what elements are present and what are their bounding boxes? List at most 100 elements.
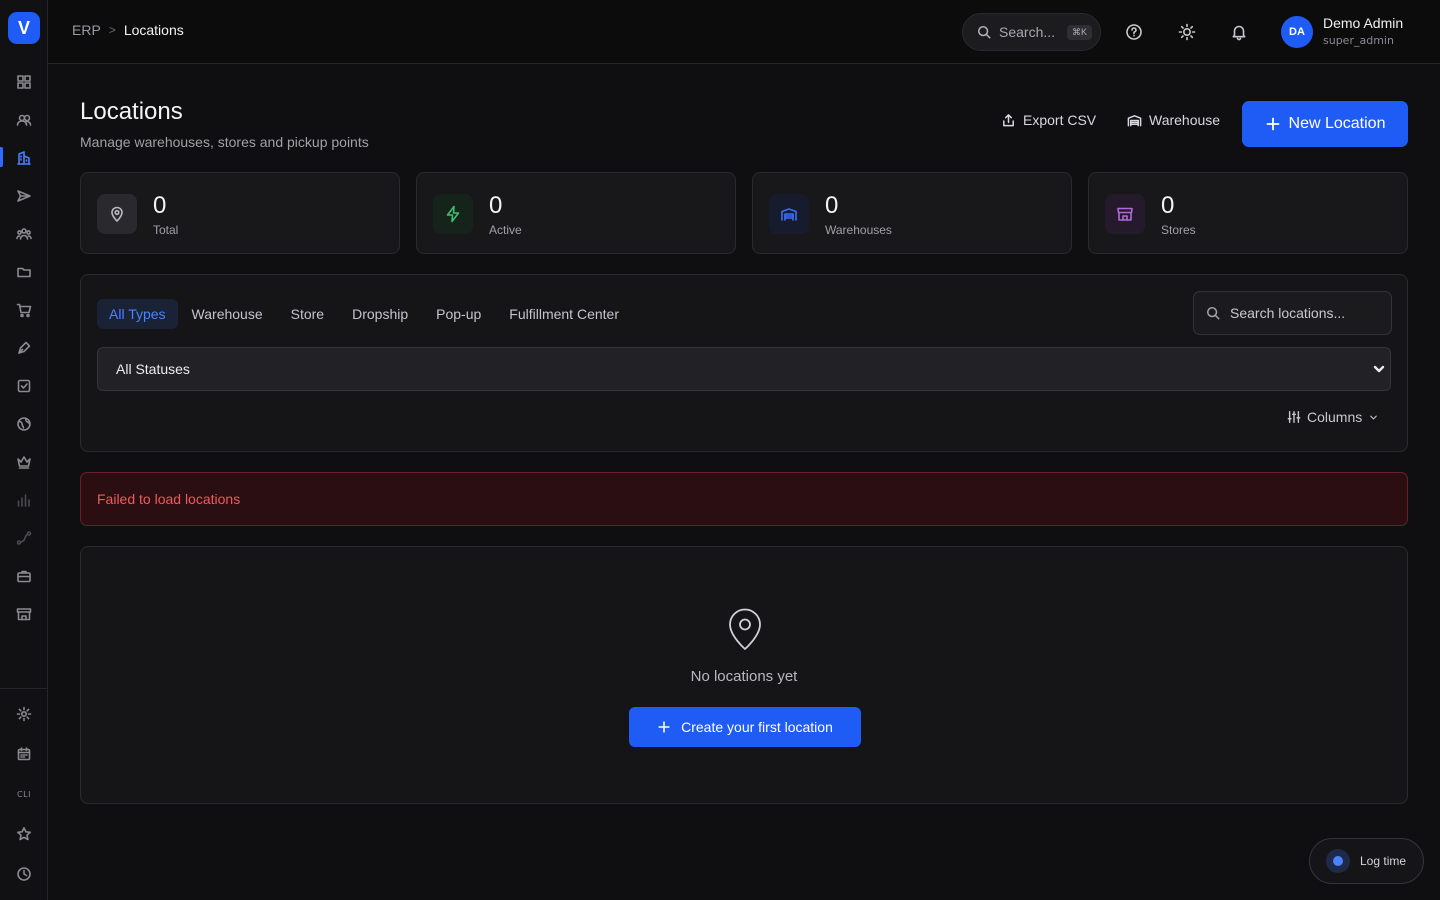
sidebar-item-integrations[interactable] [12, 526, 36, 550]
create-first-location-label: Create your first location [681, 719, 833, 735]
sliders-icon [1287, 411, 1301, 423]
map-pin-icon [97, 194, 137, 234]
theme-toggle-button[interactable] [1175, 20, 1199, 44]
star-icon [17, 827, 31, 841]
export-icon [1003, 113, 1014, 126]
log-time-label: Log time [1360, 854, 1407, 868]
create-first-location-button[interactable]: Create your first location [629, 707, 861, 747]
tab-all-types[interactable]: All Types [97, 299, 178, 329]
sidebar-item-tasks[interactable] [12, 374, 36, 398]
warehouse-icon [769, 194, 809, 234]
pen-icon [18, 341, 31, 354]
sidebar-item-dashboard[interactable] [12, 70, 36, 94]
gear-icon [16, 706, 32, 722]
users-icon [16, 114, 32, 126]
timer-icon [1326, 849, 1350, 873]
briefcase-icon [17, 570, 31, 583]
sidebar-item-calendar[interactable] [12, 742, 36, 766]
sidebar-item-stores[interactable] [12, 602, 36, 626]
log-time-button[interactable]: Log time [1309, 838, 1424, 884]
clock-icon [17, 867, 31, 881]
sidebar-item-files[interactable] [12, 260, 36, 284]
building-icon [17, 151, 31, 165]
stat-value: 0 [1161, 192, 1175, 219]
location-search-input[interactable]: Search locations... [1193, 291, 1392, 335]
cart-icon [16, 303, 32, 318]
type-tabs: All Types Warehouse Store Dropship Pop-u… [97, 299, 633, 329]
app-logo[interactable]: V [8, 12, 40, 44]
sidebar-item-history[interactable] [12, 862, 36, 886]
crown-icon [17, 456, 31, 469]
cli-label: CLI [17, 789, 31, 799]
sidebar-item-shipping[interactable] [12, 184, 36, 208]
notifications-button[interactable] [1227, 20, 1251, 44]
calendar-icon [17, 747, 31, 761]
sidebar-item-teams[interactable] [12, 222, 36, 246]
search-icon [1206, 306, 1220, 320]
global-search-placeholder: Search... [999, 24, 1056, 40]
globe-icon [17, 417, 31, 431]
group-icon [16, 228, 32, 240]
page-title: Locations [80, 98, 183, 125]
bell-icon [1232, 25, 1246, 41]
stat-card-warehouses: 0 Warehouses [752, 172, 1072, 254]
stat-label: Warehouses [825, 223, 892, 237]
empty-state-text: No locations yet [690, 668, 798, 685]
store-icon [16, 608, 32, 621]
sidebar-item-favorites[interactable] [12, 822, 36, 846]
warehouse-button[interactable]: Warehouse [1127, 112, 1220, 128]
help-icon [1126, 24, 1142, 40]
stat-card-active: 0 Active [416, 172, 736, 254]
sidebar-item-jobs[interactable] [12, 564, 36, 588]
new-location-button[interactable]: New Location [1242, 101, 1408, 147]
chevron-down-icon [1372, 362, 1386, 376]
user-name[interactable]: Demo Admin [1323, 15, 1403, 31]
sidebar-item-cli[interactable]: CLI [12, 782, 36, 806]
global-search[interactable]: Search... ⌘K [962, 13, 1101, 51]
grid-icon [17, 75, 31, 89]
export-csv-label: Export CSV [1023, 112, 1097, 128]
sidebar-divider [0, 688, 47, 689]
columns-button[interactable]: Columns [1287, 409, 1379, 425]
user-avatar[interactable]: DA [1281, 16, 1313, 48]
tab-pop-up[interactable]: Pop-up [422, 299, 495, 329]
stat-card-stores: 0 Stores [1088, 172, 1408, 254]
sidebar-item-orders[interactable] [12, 298, 36, 322]
sidebar-item-locations[interactable] [12, 146, 36, 170]
warehouse-icon [1127, 114, 1142, 126]
stat-card-total: 0 Total [80, 172, 400, 254]
user-role: super_admin [1323, 34, 1394, 47]
tab-store[interactable]: Store [277, 299, 338, 329]
topbar: ERP > Locations Search... ⌘K DA Demo Adm… [48, 0, 1440, 64]
sidebar-item-premium[interactable] [12, 450, 36, 474]
tab-fulfillment-center[interactable]: Fulfillment Center [495, 299, 633, 329]
sidebar-item-analytics[interactable] [12, 488, 36, 512]
export-csv-button[interactable]: Export CSV [1001, 112, 1096, 128]
search-icon [977, 25, 991, 39]
breadcrumb-erp[interactable]: ERP [72, 22, 101, 38]
empty-state-panel: No locations yet Create your first locat… [80, 546, 1408, 804]
tab-warehouse[interactable]: Warehouse [178, 299, 277, 329]
stat-value: 0 [153, 192, 167, 219]
folder-icon [17, 267, 31, 278]
help-button[interactable] [1122, 20, 1146, 44]
stat-label: Total [153, 223, 179, 237]
stat-label: Stores [1161, 223, 1196, 237]
columns-label: Columns [1307, 409, 1363, 425]
status-select[interactable]: All Statuses [97, 347, 1391, 391]
sidebar-item-global[interactable] [12, 412, 36, 436]
lightning-icon [433, 194, 473, 234]
error-banner: Failed to load locations [80, 472, 1408, 526]
tab-dropship[interactable]: Dropship [338, 299, 422, 329]
bar-chart-icon [17, 494, 30, 507]
new-location-label: New Location [1288, 115, 1386, 132]
sidebar-item-settings[interactable] [12, 702, 36, 726]
sidebar: V CLI [0, 0, 48, 900]
sidebar-item-users[interactable] [12, 108, 36, 132]
plus-icon [1266, 117, 1279, 131]
error-message: Failed to load locations [97, 491, 241, 507]
send-icon [17, 190, 31, 202]
sidebar-item-design[interactable] [12, 336, 36, 360]
status-select-value: All Statuses [116, 361, 190, 377]
store-icon [1105, 194, 1145, 234]
